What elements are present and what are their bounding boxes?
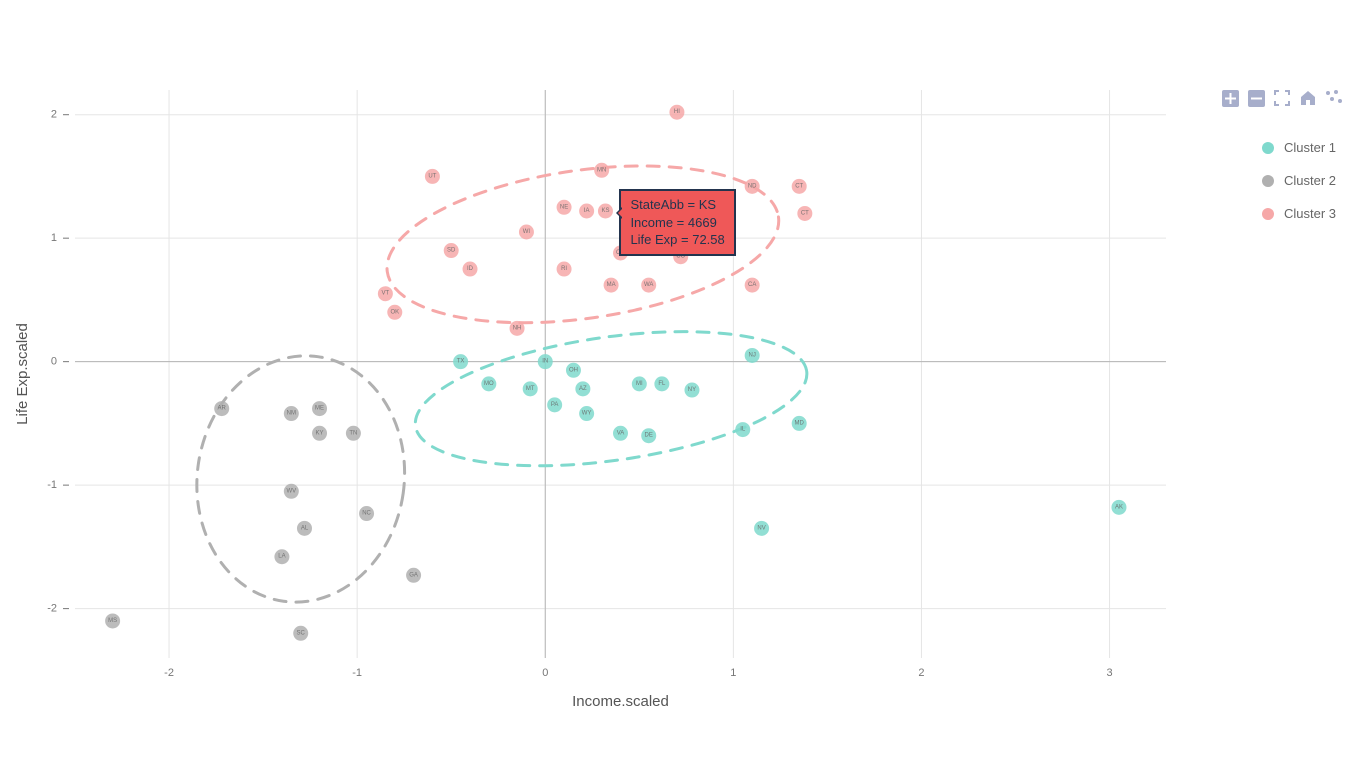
data-point[interactable]: KY bbox=[312, 426, 327, 441]
data-point[interactable]: CA bbox=[745, 278, 760, 293]
svg-text:1: 1 bbox=[730, 667, 736, 679]
tooltip-line-state: StateAbb = KS bbox=[630, 196, 724, 214]
data-point[interactable]: IN bbox=[538, 354, 553, 369]
data-point[interactable]: AZ bbox=[575, 381, 590, 396]
data-point[interactable]: IA bbox=[579, 204, 594, 219]
data-point[interactable]: WY bbox=[579, 406, 594, 421]
data-point[interactable]: CT bbox=[792, 179, 807, 194]
scatter-plot[interactable]: -2 -1 0 1 2 3 -2 -1 0 1 2 TX MO INMT OH AZ PA WY MI FL NY VA D… bbox=[0, 0, 1366, 768]
point-tooltip: StateAbb = KS Income = 4669 Life Exp = 7… bbox=[619, 189, 735, 256]
svg-text:2: 2 bbox=[51, 109, 57, 121]
data-point[interactable]: MD bbox=[792, 416, 807, 431]
tooltip-line-lifeexp: Life Exp = 72.58 bbox=[630, 231, 724, 249]
y-axis-label: Life Exp.scaled bbox=[14, 323, 31, 425]
data-point[interactable]: MN bbox=[594, 163, 609, 178]
data-point[interactable]: AL bbox=[297, 521, 312, 536]
data-point[interactable]: OK bbox=[387, 305, 402, 320]
data-point[interactable]: ND bbox=[745, 179, 760, 194]
svg-text:-1: -1 bbox=[352, 667, 362, 679]
data-point[interactable]: MS bbox=[105, 613, 120, 628]
data-point[interactable]: AR bbox=[214, 401, 229, 416]
data-point[interactable]: TX bbox=[453, 354, 468, 369]
data-point[interactable]: IL bbox=[735, 422, 750, 437]
data-point[interactable]: VA bbox=[613, 426, 628, 441]
data-point[interactable]: MA bbox=[604, 278, 619, 293]
data-point[interactable]: PA bbox=[547, 397, 562, 412]
data-point[interactable]: WI bbox=[519, 225, 534, 240]
data-point[interactable]: ME bbox=[312, 401, 327, 416]
data-point[interactable]: NV bbox=[754, 521, 769, 536]
data-point[interactable]: SC bbox=[293, 626, 308, 641]
svg-text:-2: -2 bbox=[164, 667, 174, 679]
data-point[interactable]: MT bbox=[523, 381, 538, 396]
data-point[interactable]: SD bbox=[444, 243, 459, 258]
svg-text:3: 3 bbox=[1107, 667, 1113, 679]
data-point[interactable]: OH bbox=[566, 363, 581, 378]
data-point[interactable]: CT bbox=[797, 206, 812, 221]
data-point[interactable]: FL bbox=[654, 376, 669, 391]
data-point[interactable]: NJ bbox=[745, 348, 760, 363]
data-point[interactable]: DE bbox=[641, 428, 656, 443]
data-point[interactable]: VT bbox=[378, 286, 393, 301]
svg-text:-2: -2 bbox=[47, 603, 57, 615]
svg-text:2: 2 bbox=[918, 667, 924, 679]
data-point[interactable]: NY bbox=[684, 383, 699, 398]
svg-text:0: 0 bbox=[542, 667, 548, 679]
svg-text:0: 0 bbox=[51, 356, 57, 368]
chart-stage: Cluster 1 Cluster 2 Cluster 3 -2-10123-2… bbox=[0, 0, 1366, 768]
data-point[interactable]: NH bbox=[510, 321, 525, 336]
x-axis-label: Income.scaled bbox=[572, 693, 669, 710]
data-point[interactable]: WV bbox=[284, 484, 299, 499]
data-point[interactable]: LA bbox=[274, 549, 289, 564]
data-point[interactable]: NC bbox=[359, 506, 374, 521]
data-point[interactable]: ID bbox=[463, 262, 478, 277]
svg-text:-1: -1 bbox=[47, 479, 57, 491]
data-point[interactable]: WA bbox=[641, 278, 656, 293]
data-point[interactable]: AK bbox=[1111, 500, 1126, 515]
data-point[interactable]: GA bbox=[406, 568, 421, 583]
data-point[interactable]: MI bbox=[632, 376, 647, 391]
data-point[interactable]: NM bbox=[284, 406, 299, 421]
data-point[interactable]: RI bbox=[557, 262, 572, 277]
svg-text:1: 1 bbox=[51, 232, 57, 244]
data-point[interactable]: HI bbox=[669, 105, 684, 120]
tooltip-line-income: Income = 4669 bbox=[630, 214, 724, 232]
data-point[interactable]: NE bbox=[557, 200, 572, 215]
data-point[interactable]: UT bbox=[425, 169, 440, 184]
data-point[interactable]: TN bbox=[346, 426, 361, 441]
data-point[interactable]: MO bbox=[481, 376, 496, 391]
